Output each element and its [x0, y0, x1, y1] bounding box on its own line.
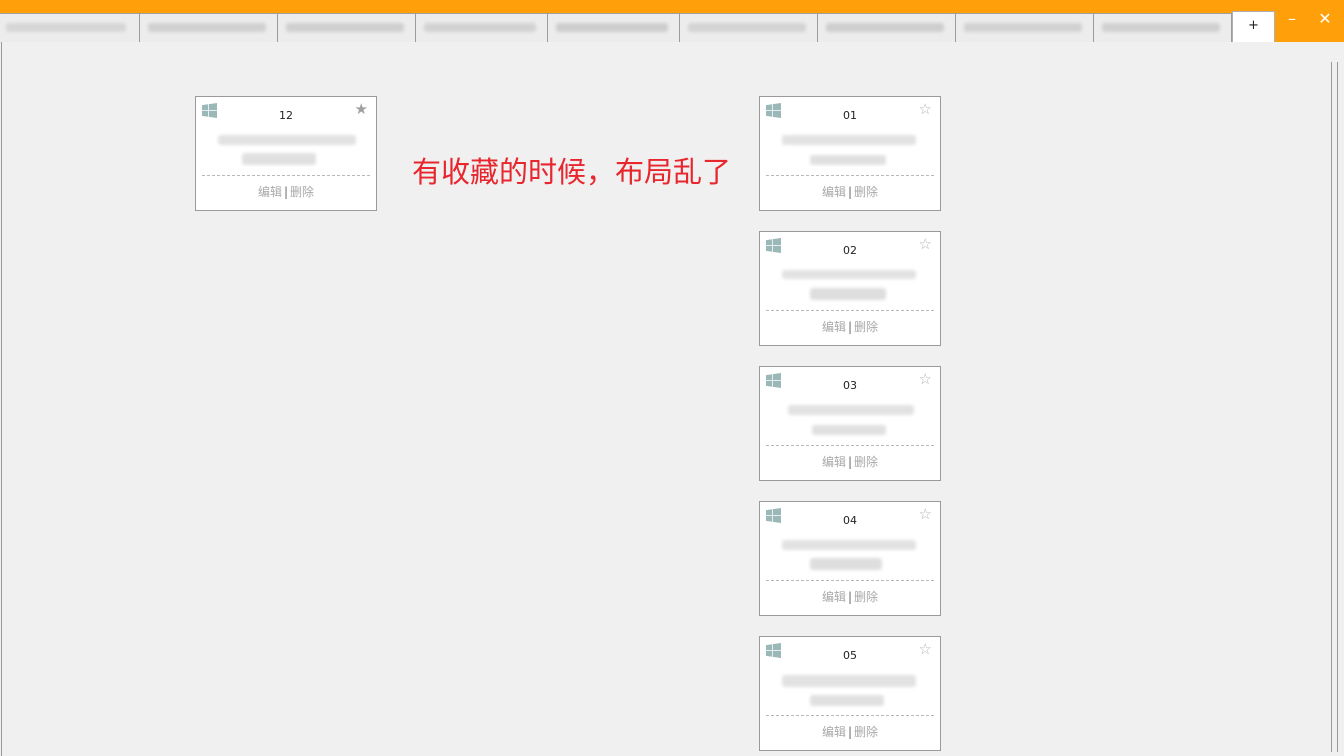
app-card-02[interactable]: ☆ 02 编辑 | 删除	[759, 231, 941, 346]
tab-strip	[0, 13, 1232, 42]
delete-link[interactable]: 删除	[854, 455, 878, 469]
card-actions: 编辑 | 删除	[760, 318, 940, 335]
tab[interactable]	[278, 14, 416, 42]
new-tab-button[interactable]: +	[1232, 11, 1275, 42]
divider	[766, 445, 934, 446]
card-actions: 编辑 | 删除	[760, 723, 940, 740]
tab[interactable]	[680, 14, 818, 42]
tab[interactable]	[956, 14, 1094, 42]
app-card-03[interactable]: ☆ 03 编辑 | 删除	[759, 366, 941, 481]
delete-link[interactable]: 删除	[854, 725, 878, 739]
card-number: 12	[279, 109, 293, 122]
tab[interactable]	[416, 14, 548, 42]
app-card-04[interactable]: ☆ 04 编辑 | 删除	[759, 501, 941, 616]
action-separator: |	[847, 320, 853, 334]
card-actions: 编辑 | 删除	[760, 183, 940, 200]
divider	[202, 175, 370, 176]
card-number: 02	[843, 244, 857, 257]
annotation-text: 有收藏的时候，布局乱了	[412, 155, 732, 189]
card-number: 05	[843, 649, 857, 662]
action-separator: |	[847, 590, 853, 604]
minimize-button[interactable]: –	[1277, 6, 1307, 32]
card-actions: 编辑 | 删除	[196, 183, 376, 200]
divider	[766, 715, 934, 716]
edit-link[interactable]: 编辑	[822, 320, 846, 334]
app-card-01[interactable]: ☆ 01 编辑 | 删除	[759, 96, 941, 211]
app-window: + – ✕ ★ 12 编辑 | 删除 有收藏的时候，布局乱了 ☆ 01 编辑 | 删除	[0, 0, 1344, 756]
action-separator: |	[283, 185, 289, 199]
divider	[766, 310, 934, 311]
vertical-scrollbar[interactable]	[1331, 62, 1338, 752]
divider	[766, 580, 934, 581]
edit-link[interactable]: 编辑	[822, 590, 846, 604]
card-number: 03	[843, 379, 857, 392]
action-separator: |	[847, 185, 853, 199]
card-number: 01	[843, 109, 857, 122]
divider	[766, 175, 934, 176]
card-actions: 编辑 | 删除	[760, 588, 940, 605]
tab[interactable]	[818, 14, 956, 42]
edit-link[interactable]: 编辑	[822, 455, 846, 469]
tab[interactable]	[0, 14, 140, 42]
card-number: 04	[843, 514, 857, 527]
tab[interactable]	[548, 14, 680, 42]
delete-link[interactable]: 删除	[854, 320, 878, 334]
app-card-05[interactable]: ☆ 05 编辑 | 删除	[759, 636, 941, 751]
edit-link[interactable]: 编辑	[822, 185, 846, 199]
delete-link[interactable]: 删除	[854, 590, 878, 604]
edit-link[interactable]: 编辑	[258, 185, 282, 199]
tab[interactable]	[140, 14, 278, 42]
app-card-12[interactable]: ★ 12 编辑 | 删除	[195, 96, 377, 211]
delete-link[interactable]: 删除	[854, 185, 878, 199]
tab[interactable]	[1094, 14, 1232, 42]
delete-link[interactable]: 删除	[290, 185, 314, 199]
card-actions: 编辑 | 删除	[760, 453, 940, 470]
close-button[interactable]: ✕	[1310, 6, 1340, 32]
edit-link[interactable]: 编辑	[822, 725, 846, 739]
action-separator: |	[847, 455, 853, 469]
action-separator: |	[847, 725, 853, 739]
